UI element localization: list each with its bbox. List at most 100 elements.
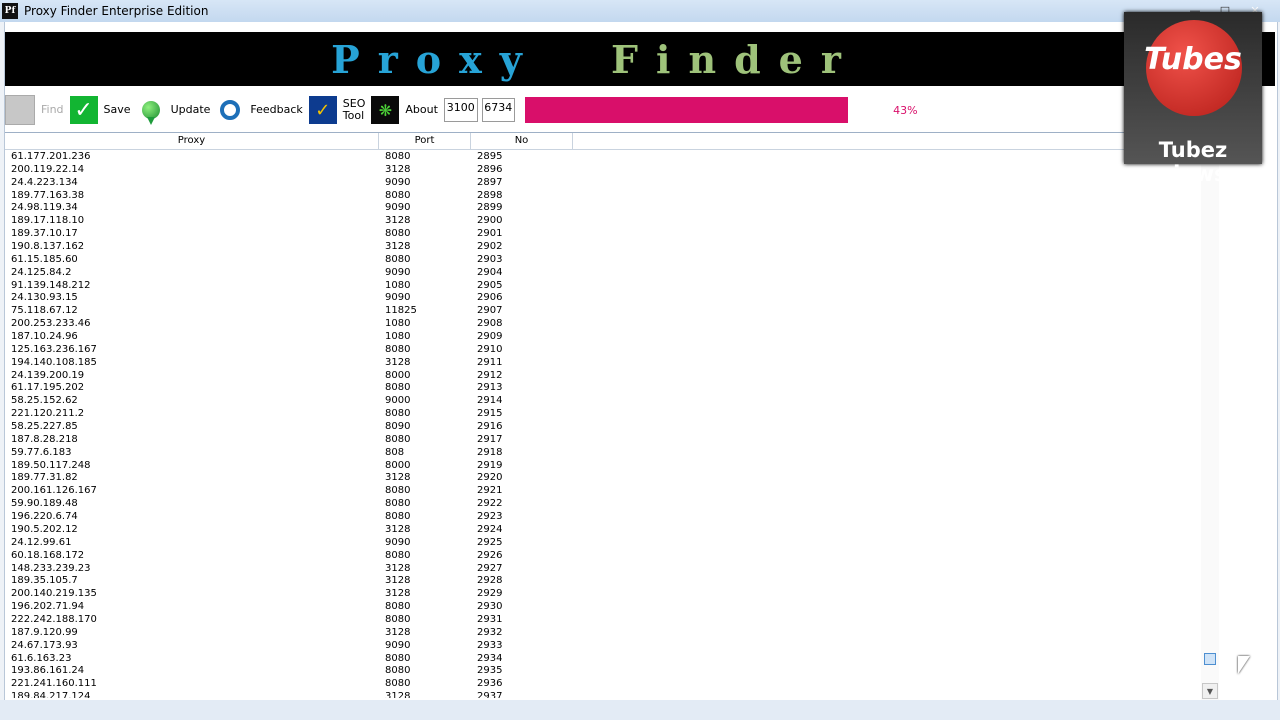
proxy-cell: 200.140.219.135 <box>11 588 97 600</box>
banner-word-proxy: Proxy <box>331 36 540 82</box>
proxy-cell: 222.242.188.170 <box>11 613 97 625</box>
port-cell: 1080 <box>385 279 411 291</box>
table-row[interactable]: 24.130.93.15 9090 2906 <box>11 292 591 305</box>
port-cell: 3128 <box>385 562 411 574</box>
proxy-cell: 196.202.71.94 <box>11 601 85 613</box>
table-row[interactable]: 187.9.120.99 3128 2932 <box>11 627 591 640</box>
table-row[interactable]: 222.242.188.170 8080 2931 <box>11 614 591 627</box>
table-row[interactable]: 189.17.118.10 3128 2900 <box>11 215 591 228</box>
table-row[interactable]: 200.140.219.135 3128 2929 <box>11 588 591 601</box>
table-row[interactable]: 61.17.195.202 8080 2913 <box>11 382 591 395</box>
table-row[interactable]: 190.5.202.12 3128 2924 <box>11 524 591 537</box>
proxy-cell: 59.77.6.183 <box>11 446 72 458</box>
table-row[interactable]: 194.140.108.185 3128 2911 <box>11 357 591 370</box>
table-row[interactable]: 187.8.28.218 8080 2917 <box>11 434 591 447</box>
table-row[interactable]: 193.86.161.24 8080 2935 <box>11 665 591 678</box>
table-row[interactable]: 190.8.137.162 3128 2902 <box>11 241 591 254</box>
table-row[interactable]: 221.120.211.2 8080 2915 <box>11 408 591 421</box>
table-row[interactable]: 61.177.201.236 8080 2895 <box>11 151 591 164</box>
table-row[interactable]: 200.253.233.46 1080 2908 <box>11 318 591 331</box>
update-button[interactable]: Update <box>137 96 210 125</box>
no-cell: 2933 <box>477 639 503 651</box>
column-header-proxy[interactable]: Proxy <box>5 133 379 149</box>
table-row[interactable]: 189.77.163.38 8080 2898 <box>11 190 591 203</box>
proxy-cell: 189.77.31.82 <box>11 472 78 484</box>
proxy-cell: 24.98.119.34 <box>11 202 78 214</box>
port-cell: 8080 <box>385 151 411 162</box>
table-row[interactable]: 59.77.6.183 808 2918 <box>11 447 591 460</box>
port-cell: 3128 <box>385 163 411 175</box>
port-cell: 8080 <box>385 549 411 561</box>
checkmark-icon: ✓ <box>69 96 98 124</box>
proxy-cell: 75.118.67.12 <box>11 305 78 317</box>
scrollbar-thumb[interactable] <box>1204 653 1216 665</box>
table-row[interactable]: 24.4.223.134 9090 2897 <box>11 177 591 190</box>
table-row[interactable]: 125.163.236.167 8080 2910 <box>11 344 591 357</box>
seo-tool-button[interactable]: ✓ SEO Tool <box>308 96 365 124</box>
table-row[interactable]: 187.10.24.96 1080 2909 <box>11 331 591 344</box>
proxy-cell: 190.5.202.12 <box>11 523 78 535</box>
no-cell: 2898 <box>477 189 503 201</box>
total-count-field: 6734 <box>481 98 516 122</box>
port-cell: 8080 <box>385 498 411 510</box>
no-cell: 2926 <box>477 549 503 561</box>
table-row[interactable]: 59.90.189.48 8080 2922 <box>11 498 591 511</box>
no-cell: 2923 <box>477 511 503 523</box>
scroll-down-icon[interactable]: ▼ <box>1202 683 1218 699</box>
table-row[interactable]: 58.25.152.62 9000 2914 <box>11 395 591 408</box>
app-icon: Pf <box>2 3 18 19</box>
no-cell: 2929 <box>477 588 503 600</box>
table-row[interactable]: 189.35.105.7 3128 2928 <box>11 575 591 588</box>
table-row[interactable]: 189.50.117.248 8000 2919 <box>11 460 591 473</box>
table-row[interactable]: 61.6.163.23 8080 2934 <box>11 653 591 666</box>
column-header-no[interactable]: No <box>471 133 573 149</box>
table-row[interactable]: 200.161.126.167 8080 2921 <box>11 485 591 498</box>
port-cell: 8080 <box>385 343 411 355</box>
about-button[interactable]: ❋ About <box>371 96 438 124</box>
table-row[interactable]: 189.84.217.124 3128 2937 <box>11 691 591 698</box>
refresh-circle-icon <box>216 96 244 124</box>
table-row[interactable]: 75.118.67.12 11825 2907 <box>11 305 591 318</box>
no-cell: 2895 <box>477 151 503 162</box>
no-cell: 2915 <box>477 408 503 420</box>
table-row[interactable]: 200.119.22.14 3128 2896 <box>11 164 591 177</box>
column-header-port[interactable]: Port <box>379 133 471 149</box>
seo-label-line2: Tool <box>342 109 365 122</box>
table-row[interactable]: 58.25.227.85 8090 2916 <box>11 421 591 434</box>
no-cell: 2931 <box>477 613 503 625</box>
proxy-cell: 189.84.217.124 <box>11 691 91 698</box>
table-row[interactable]: 60.18.168.172 8080 2926 <box>11 550 591 563</box>
proxy-cell: 189.35.105.7 <box>11 575 78 587</box>
table-row[interactable]: 189.37.10.17 8080 2901 <box>11 228 591 241</box>
save-label: Save <box>103 103 131 116</box>
table-row[interactable]: 24.139.200.19 8000 2912 <box>11 370 591 383</box>
no-cell: 2906 <box>477 292 503 304</box>
proxy-cell: 200.253.233.46 <box>11 318 91 330</box>
feedback-label: Feedback <box>250 103 303 116</box>
find-button[interactable]: Find <box>5 95 64 125</box>
port-cell: 8080 <box>385 652 411 664</box>
table-row[interactable]: 24.67.173.93 9090 2933 <box>11 640 591 653</box>
table-row[interactable]: 61.15.185.60 8080 2903 <box>11 254 591 267</box>
proxy-cell: 189.50.117.248 <box>11 459 91 471</box>
table-row[interactable]: 196.202.71.94 8080 2930 <box>11 601 591 614</box>
table-row[interactable]: 196.220.6.74 8080 2923 <box>11 511 591 524</box>
table-row[interactable]: 24.98.119.34 9090 2899 <box>11 202 591 215</box>
vertical-scrollbar[interactable]: ▼ <box>1201 148 1219 700</box>
table-row[interactable]: 221.241.160.111 8080 2936 <box>11 678 591 691</box>
port-cell: 9000 <box>385 395 411 407</box>
feedback-button[interactable]: Feedback <box>216 96 303 124</box>
table-row[interactable]: 24.125.84.2 9090 2904 <box>11 267 591 280</box>
table-row[interactable]: 24.12.99.61 9090 2925 <box>11 537 591 550</box>
save-button[interactable]: ✓ Save <box>69 96 131 124</box>
proxy-cell: 189.17.118.10 <box>11 215 85 227</box>
no-cell: 2907 <box>477 305 503 317</box>
table-row[interactable]: 148.233.239.23 3128 2927 <box>11 563 591 576</box>
proxy-cell: 24.4.223.134 <box>11 176 78 188</box>
port-cell: 8090 <box>385 421 411 433</box>
table-row[interactable]: 91.139.148.212 1080 2905 <box>11 280 591 293</box>
table-row[interactable]: 189.77.31.82 3128 2920 <box>11 472 591 485</box>
no-cell: 2928 <box>477 575 503 587</box>
no-cell: 2897 <box>477 176 503 188</box>
proxy-cell: 58.25.152.62 <box>11 395 78 407</box>
